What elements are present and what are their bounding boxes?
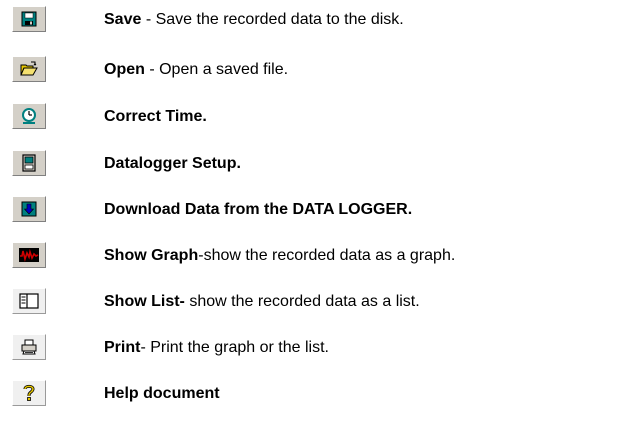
datalogger-icon xyxy=(21,154,37,172)
open-folder-icon xyxy=(20,61,38,77)
show-graph-label: Show Graph xyxy=(104,247,199,264)
toolbar-help-row-show-list: Show List- show the recorded data as a l… xyxy=(0,284,630,320)
toolbar-help-row-datalogger-setup: Datalogger Setup. xyxy=(0,146,630,182)
download-button[interactable] xyxy=(12,196,46,222)
open-label: Open xyxy=(104,61,145,78)
toolbar-help-row-correct-time: Correct Time. xyxy=(0,99,630,135)
toolbar-help-row-download: Download Data from the DATA LOGGER. xyxy=(0,192,630,228)
toolbar-help-row-open: Open - Open a saved file. xyxy=(0,52,630,88)
toolbar-help-row-show-graph: Show Graph-show the recorded data as a g… xyxy=(0,238,630,274)
download-description: Download Data from the DATA LOGGER. xyxy=(104,200,412,220)
datalogger-setup-label: Datalogger Setup. xyxy=(104,155,241,172)
open-description: Open - Open a saved file. xyxy=(104,60,288,80)
show-graph-button[interactable] xyxy=(12,242,46,268)
list-icon xyxy=(19,293,39,309)
help-label: Help document xyxy=(104,385,220,402)
show-list-description: Show List- show the recorded data as a l… xyxy=(104,292,420,312)
graph-icon xyxy=(19,248,39,262)
correct-time-button[interactable] xyxy=(12,103,46,129)
correct-time-description: Correct Time. xyxy=(104,107,207,127)
download-label: Download Data from the DATA LOGGER. xyxy=(104,201,413,218)
datalogger-setup-button[interactable] xyxy=(12,150,46,176)
save-label: Save xyxy=(104,11,142,28)
help-button[interactable] xyxy=(12,380,46,406)
toolbar-help-row-help: Help document xyxy=(0,376,630,412)
show-list-label: Show List- xyxy=(104,293,185,310)
print-text: - Print the graph or the list. xyxy=(140,339,329,356)
save-text: - Save the recorded data to the disk. xyxy=(141,11,404,28)
toolbar-help-row-print: Print- Print the graph or the list. xyxy=(0,330,630,366)
show-graph-text: -show the recorded data as a graph. xyxy=(198,247,456,264)
print-button[interactable] xyxy=(12,334,46,360)
open-button[interactable] xyxy=(12,56,46,82)
save-button[interactable] xyxy=(12,6,46,32)
show-graph-description: Show Graph-show the recorded data as a g… xyxy=(104,246,455,266)
show-list-text: show the recorded data as a list. xyxy=(184,293,420,310)
printer-icon xyxy=(20,339,38,355)
toolbar-help-row-save: Save - Save the recorded data to the dis… xyxy=(0,2,630,38)
print-description: Print- Print the graph or the list. xyxy=(104,338,329,358)
help-description: Help document xyxy=(104,384,220,404)
help-icon xyxy=(22,384,36,402)
datalogger-setup-description: Datalogger Setup. xyxy=(104,154,241,174)
open-text: - Open a saved file. xyxy=(144,61,289,78)
print-label: Print xyxy=(104,339,141,356)
download-icon xyxy=(21,201,37,217)
save-icon xyxy=(21,11,37,27)
clock-icon xyxy=(20,107,38,125)
correct-time-label: Correct Time. xyxy=(104,108,207,125)
show-list-button[interactable] xyxy=(12,288,46,314)
save-description: Save - Save the recorded data to the dis… xyxy=(104,10,404,30)
